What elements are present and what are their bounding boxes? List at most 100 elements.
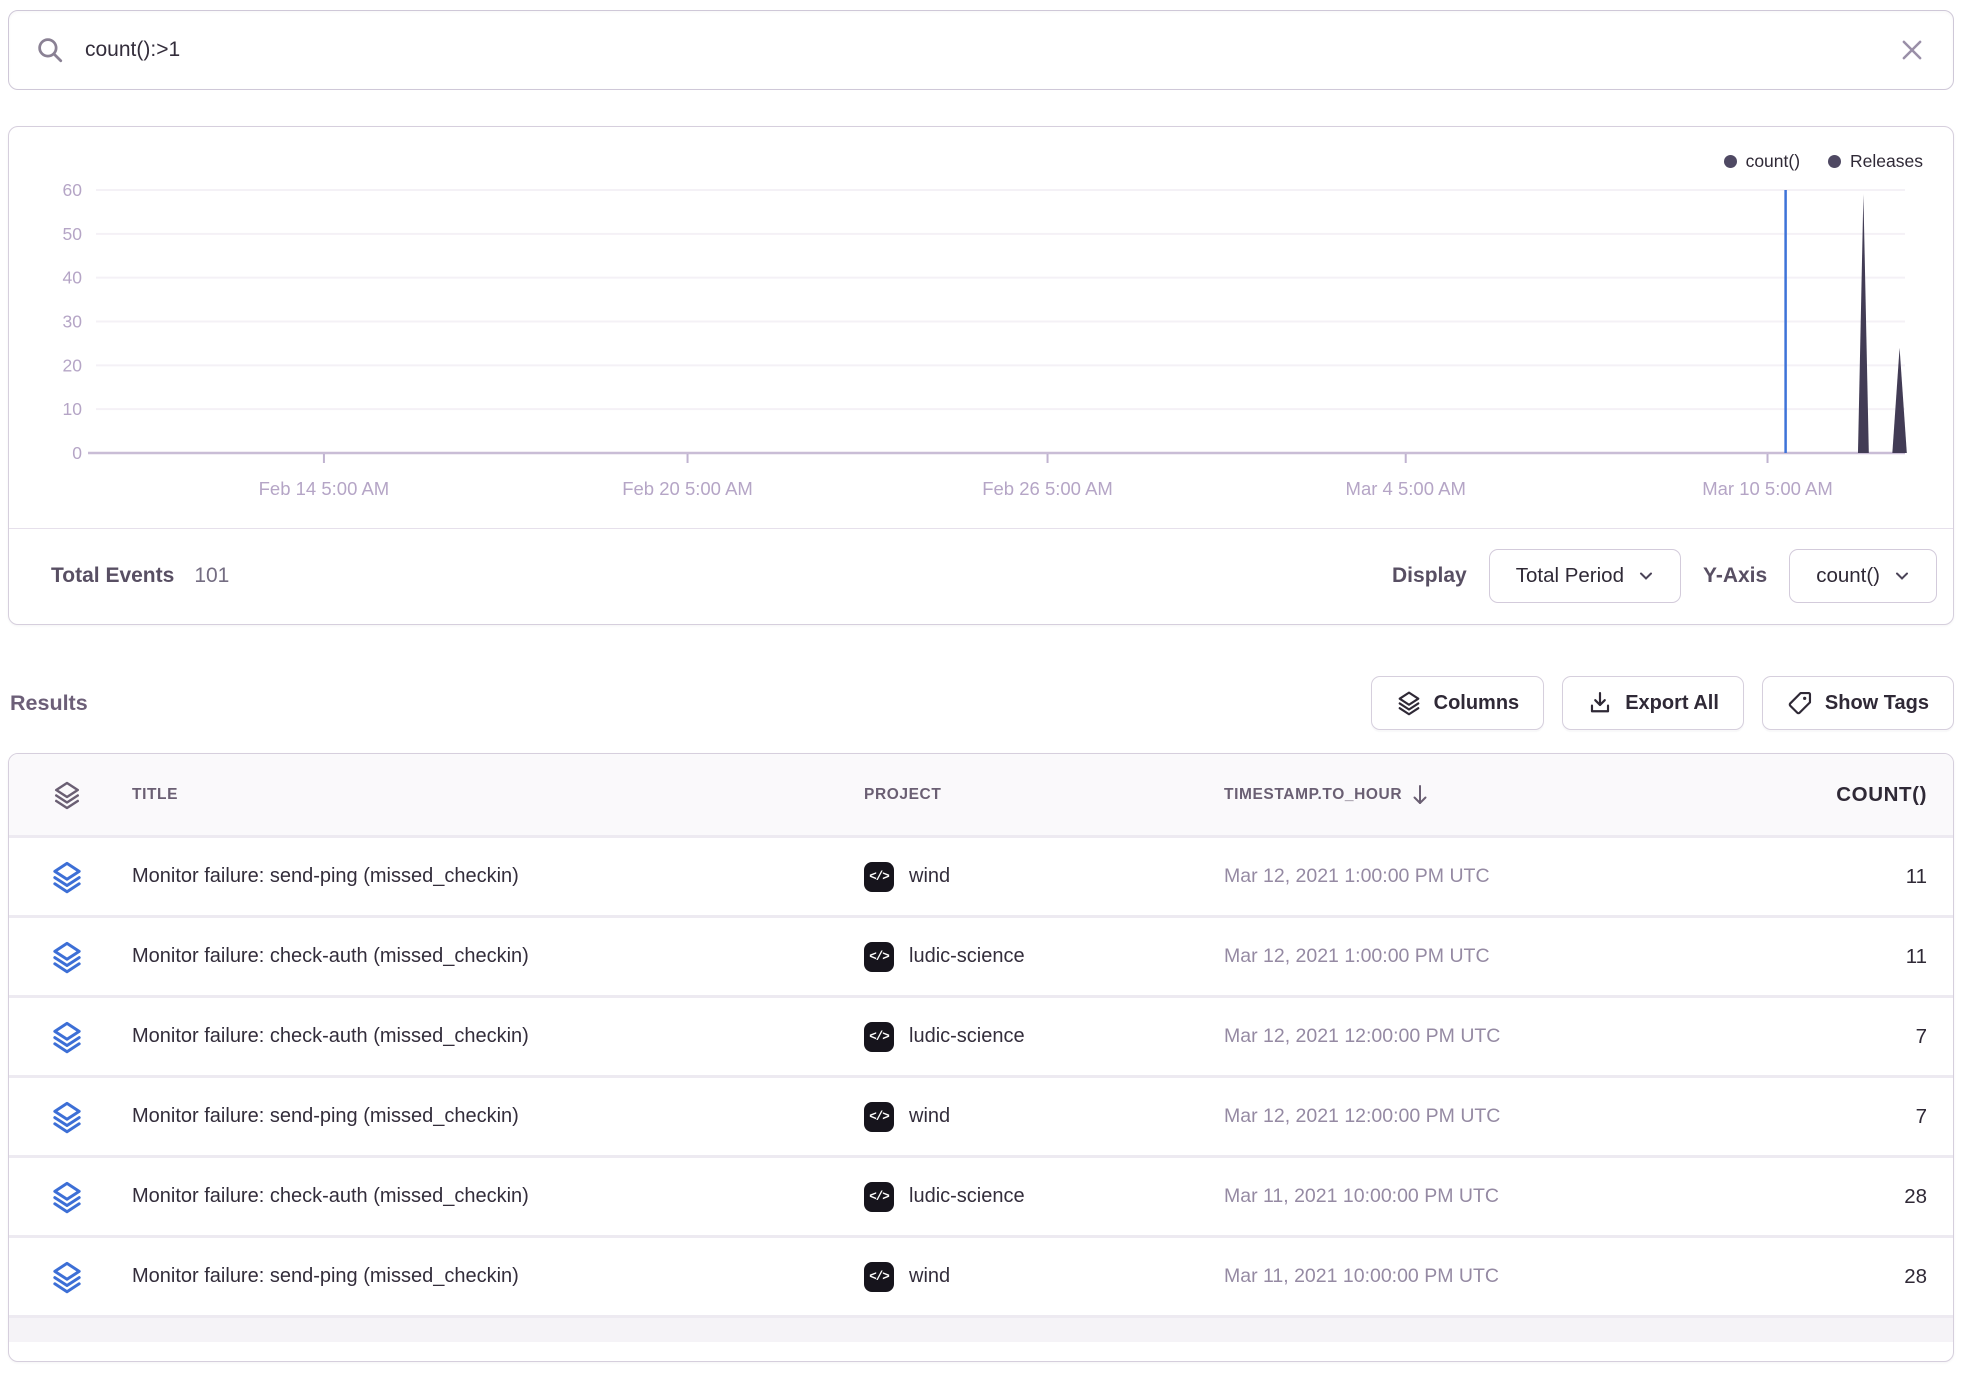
legend-label: count() xyxy=(1746,151,1800,172)
chart-footer: Total Events 101 Display Total Period Y-… xyxy=(9,528,1953,623)
export-all-button-label: Export All xyxy=(1625,692,1719,715)
row-title[interactable]: Monitor failure: check-auth (missed_chec… xyxy=(124,1185,864,1208)
row-title[interactable]: Monitor failure: send-ping (missed_check… xyxy=(124,865,864,888)
row-title[interactable]: Monitor failure: check-auth (missed_chec… xyxy=(124,945,864,968)
y-axis-label: 20 xyxy=(63,355,83,375)
event-stack-icon[interactable] xyxy=(50,1180,84,1214)
legend-item[interactable]: Releases xyxy=(1828,151,1923,172)
y-axis-label: 0 xyxy=(72,443,82,463)
table-body: Monitor failure: send-ping (missed_check… xyxy=(9,838,1953,1318)
table-row[interactable]: Monitor failure: send-ping (missed_check… xyxy=(9,838,1953,918)
events-chart-panel: count()Releases 0102030405060Feb 14 5:00… xyxy=(8,126,1954,625)
sort-descending-icon xyxy=(1410,784,1430,806)
download-icon xyxy=(1587,690,1613,716)
row-timestamp: Mar 11, 2021 10:00:00 PM UTC xyxy=(1224,1265,1734,1288)
row-count: 11 xyxy=(1734,945,1953,969)
chart-legend: count() Releases xyxy=(1724,151,1923,172)
row-count: 28 xyxy=(1734,1265,1953,1289)
row-title[interactable]: Monitor failure: send-ping (missed_check… xyxy=(124,1105,864,1128)
row-timestamp: Mar 12, 2021 1:00:00 PM UTC xyxy=(1224,945,1734,968)
total-events-label: Total Events xyxy=(51,564,174,588)
yaxis-label: Y-Axis xyxy=(1703,564,1767,588)
edit-columns-button[interactable] xyxy=(52,780,82,810)
x-axis-label: Feb 26 5:00 AM xyxy=(982,478,1113,499)
table-row[interactable]: Monitor failure: check-auth (missed_chec… xyxy=(9,918,1953,998)
table-row[interactable]: Monitor failure: check-auth (missed_chec… xyxy=(9,998,1953,1078)
y-axis-label: 60 xyxy=(63,180,83,200)
columns-button-label: Columns xyxy=(1434,692,1520,715)
row-count: 7 xyxy=(1734,1105,1953,1129)
x-axis-label: Mar 4 5:00 AM xyxy=(1346,478,1466,499)
show-tags-button-label: Show Tags xyxy=(1825,692,1929,715)
search-input[interactable] xyxy=(85,38,1877,62)
event-stack-icon[interactable] xyxy=(50,940,84,974)
yaxis-dropdown[interactable]: count() xyxy=(1789,549,1937,603)
stack-icon xyxy=(1396,690,1422,716)
display-dropdown[interactable]: Total Period xyxy=(1489,549,1681,603)
column-header-timestamp[interactable]: TIMESTAMP.TO_HOUR xyxy=(1224,784,1734,806)
display-label: Display xyxy=(1392,564,1467,588)
project-platform-icon: </> xyxy=(864,1262,894,1292)
table-footer xyxy=(9,1318,1953,1342)
row-title[interactable]: Monitor failure: check-auth (missed_chec… xyxy=(124,1025,864,1048)
x-axis-label: Mar 10 5:00 AM xyxy=(1702,478,1833,499)
total-events-value: 101 xyxy=(194,564,229,588)
chevron-down-icon xyxy=(1894,569,1910,583)
results-heading: Results xyxy=(10,691,88,716)
show-tags-button[interactable]: Show Tags xyxy=(1762,676,1954,730)
yaxis-dropdown-value: count() xyxy=(1816,564,1880,588)
table-row[interactable]: Monitor failure: send-ping (missed_check… xyxy=(9,1078,1953,1158)
x-axis-label: Feb 14 5:00 AM xyxy=(259,478,390,499)
column-header-title[interactable]: TITLE xyxy=(124,786,864,804)
event-stack-icon[interactable] xyxy=(50,860,84,894)
column-header-title-label: TITLE xyxy=(132,786,178,804)
column-header-count[interactable]: COUNT() xyxy=(1734,783,1953,807)
row-timestamp: Mar 12, 2021 1:00:00 PM UTC xyxy=(1224,865,1734,888)
project-platform-icon: </> xyxy=(864,1102,894,1132)
table-row[interactable]: Monitor failure: check-auth (missed_chec… xyxy=(9,1158,1953,1238)
table-header-row: TITLE PROJECT TIMESTAMP.TO_HOUR COUNT() xyxy=(9,754,1953,838)
row-timestamp: Mar 11, 2021 10:00:00 PM UTC xyxy=(1224,1185,1734,1208)
column-header-project[interactable]: PROJECT xyxy=(864,786,1224,804)
row-count: 7 xyxy=(1734,1025,1953,1049)
row-title[interactable]: Monitor failure: send-ping (missed_check… xyxy=(124,1265,864,1288)
row-project: wind xyxy=(909,1105,950,1128)
results-header-row: Results Columns Export All Show Tags xyxy=(10,676,1954,730)
row-project: wind xyxy=(909,1265,950,1288)
chevron-down-icon xyxy=(1638,569,1654,583)
row-count: 11 xyxy=(1734,865,1953,889)
project-platform-icon: </> xyxy=(864,1182,894,1212)
row-project: wind xyxy=(909,865,950,888)
count-series-spike xyxy=(1892,348,1906,453)
project-platform-icon: </> xyxy=(864,942,894,972)
event-stack-icon[interactable] xyxy=(50,1260,84,1294)
tag-icon xyxy=(1787,690,1813,716)
results-table: TITLE PROJECT TIMESTAMP.TO_HOUR COUNT() … xyxy=(8,753,1954,1362)
legend-item[interactable]: count() xyxy=(1724,151,1800,172)
search-bar[interactable] xyxy=(8,10,1954,90)
event-stack-icon[interactable] xyxy=(50,1020,84,1054)
row-timestamp: Mar 12, 2021 12:00:00 PM UTC xyxy=(1224,1105,1734,1128)
row-project: ludic-science xyxy=(909,1185,1025,1208)
export-all-button[interactable]: Export All xyxy=(1562,676,1744,730)
x-axis-label: Feb 20 5:00 AM xyxy=(622,478,753,499)
events-over-time-chart[interactable]: 0102030405060Feb 14 5:00 AMFeb 20 5:00 A… xyxy=(9,127,1955,528)
display-dropdown-value: Total Period xyxy=(1516,564,1624,588)
row-timestamp: Mar 12, 2021 12:00:00 PM UTC xyxy=(1224,1025,1734,1048)
column-header-count-label: COUNT() xyxy=(1836,783,1927,806)
project-platform-icon: </> xyxy=(864,862,894,892)
table-row[interactable]: Monitor failure: send-ping (missed_check… xyxy=(9,1238,1953,1318)
y-axis-label: 50 xyxy=(63,224,83,244)
close-icon xyxy=(1897,35,1927,65)
event-stack-icon[interactable] xyxy=(50,1100,84,1134)
project-platform-icon: </> xyxy=(864,1022,894,1052)
legend-dot-icon xyxy=(1828,155,1841,168)
row-project: ludic-science xyxy=(909,1025,1025,1048)
columns-button[interactable]: Columns xyxy=(1371,676,1545,730)
stack-icon xyxy=(52,780,82,810)
clear-search-button[interactable] xyxy=(1897,35,1927,65)
column-header-timestamp-label: TIMESTAMP.TO_HOUR xyxy=(1224,786,1402,804)
column-header-project-label: PROJECT xyxy=(864,786,941,804)
row-count: 28 xyxy=(1734,1185,1953,1209)
legend-label: Releases xyxy=(1850,151,1923,172)
